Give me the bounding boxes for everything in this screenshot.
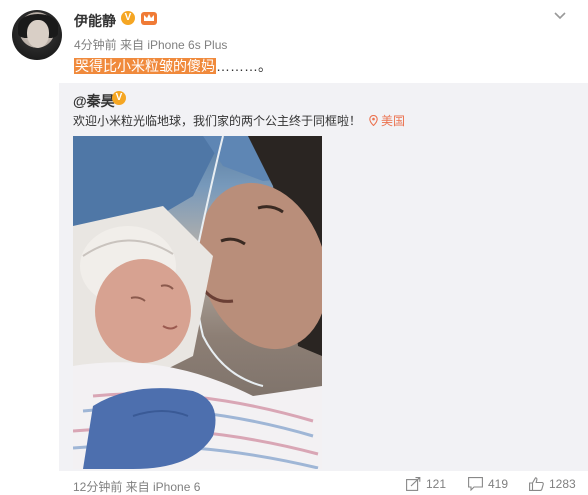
share-button[interactable]: 121 — [406, 477, 446, 491]
share-icon — [406, 477, 421, 491]
post-text-rest: ………。 — [216, 58, 272, 74]
like-icon — [529, 477, 544, 491]
verified-badge-icon: V — [112, 91, 126, 105]
share-count: 121 — [426, 477, 447, 491]
chevron-down-icon[interactable] — [552, 8, 568, 24]
post-author-name[interactable]: 伊能静 — [74, 11, 116, 31]
repost-meta: 12分钟前 来自 iPhone 6 — [73, 480, 201, 494]
location-link[interactable]: 美国 — [369, 112, 405, 129]
member-crown-icon[interactable] — [140, 9, 158, 26]
repost-author-name[interactable]: @秦昊 — [73, 91, 115, 111]
repost-photo[interactable] — [73, 136, 322, 469]
location-label: 美国 — [381, 114, 406, 128]
verified-badge-icon: V — [121, 11, 135, 25]
repost-text: 欢迎小米粒光临地球，我们家的两个公主终于同框啦！ — [73, 114, 362, 128]
like-count: 1283 — [549, 477, 576, 491]
comment-button[interactable]: 419 — [468, 477, 509, 492]
comment-count: 419 — [488, 477, 509, 491]
photo-illustration — [73, 136, 322, 469]
location-pin-icon — [369, 114, 378, 127]
post-text: 哭得比小米粒皱的傻妈………。 — [74, 56, 272, 76]
post-meta: 4分钟前 来自 iPhone 6s Plus — [74, 38, 228, 52]
comment-icon — [468, 477, 483, 492]
post-text-highlight: 哭得比小米粒皱的傻妈 — [74, 58, 216, 74]
avatar[interactable] — [12, 10, 62, 60]
like-button[interactable]: 1283 — [529, 477, 576, 491]
